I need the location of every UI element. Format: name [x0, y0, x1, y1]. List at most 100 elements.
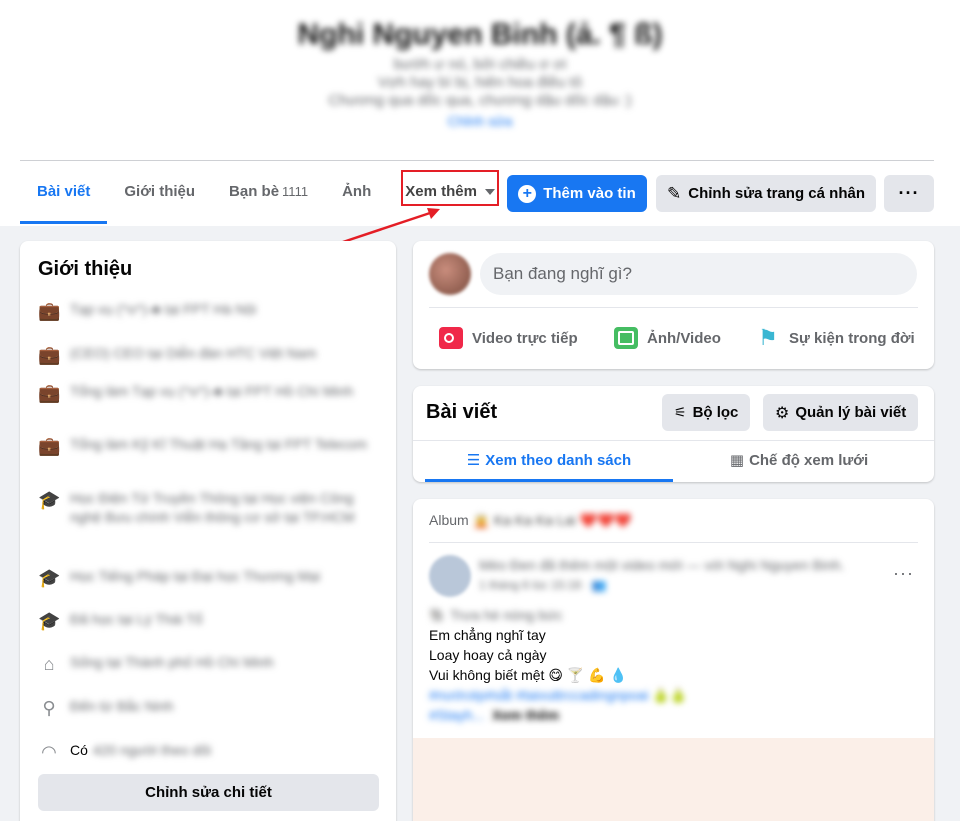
intro-title: Giới thiệu — [38, 258, 133, 280]
post-timestamp[interactable]: 1 tháng 6 lúc 15:18 · 👥 — [479, 578, 607, 592]
photo-video-button[interactable]: Ảnh/Video — [614, 323, 721, 353]
graduation-cap-icon: 🎓 — [38, 611, 61, 631]
graduation-cap-icon: 🎓 — [38, 568, 61, 588]
intro-text: Tạp vụ (^o^)-♣ tại FPT Hà Nội — [70, 301, 257, 317]
intro-item: ⚲ Đến từ Bắc Ninh — [38, 697, 378, 719]
album-line: Album 🧝 Ka Ka Ka Lai ❤️❤️❤️ — [429, 512, 632, 529]
intro-item: 💼 Tổng làm Tạp vụ (^o^)-♣ tại FPT Hồ Chí… — [38, 382, 378, 404]
friends-count: 1111 — [282, 184, 309, 199]
grid-view-label: Chế độ xem lưới — [749, 452, 869, 469]
post-card: Album 🧝 Ka Ka Ka Lai ❤️❤️❤️ Mèo Đen đã t… — [413, 499, 934, 821]
edit-profile-label: Chỉnh sửa trang cá nhân — [688, 185, 865, 202]
intro-item: 🎓 Đã học tại Lý Thái Tổ — [38, 610, 378, 632]
live-video-icon — [439, 327, 463, 349]
intro-text: (CEO) CEO tại Diễn đàn HTC Việt Nam — [70, 345, 317, 361]
avatar[interactable] — [429, 253, 471, 295]
photo-icon — [614, 327, 638, 349]
intro-text: Sống tại Thành phố Hồ Chí Minh — [70, 654, 274, 670]
live-video-button[interactable]: Video trực tiếp — [439, 323, 578, 353]
intro-text: Đến từ Bắc Ninh — [70, 698, 174, 714]
photo-video-label: Ảnh/Video — [647, 329, 721, 347]
briefcase-icon: 💼 — [38, 383, 61, 403]
more-options-button[interactable]: ··· — [884, 175, 934, 212]
post-line: Vui không biết mệt 😋 🍸 💪 💧 — [429, 667, 627, 683]
intro-item: 💼 (CEO) CEO tại Diễn đàn HTC Việt Nam — [38, 344, 378, 366]
intro-text: Học Điện Tử Truyền Thông tại Học viện Cô… — [70, 490, 355, 525]
tab-posts[interactable]: Bài viết — [20, 162, 108, 224]
intro-text: Tổng làm Tạp vụ (^o^)-♣ tại FPT Hồ Chí M… — [70, 383, 354, 399]
avatar[interactable] — [429, 555, 471, 597]
profile-name: Nghi Nguyen Binh (ả. ¶ ß) — [297, 18, 663, 51]
intro-item: 🎓 Học Tiếng Pháp tại Đại học Thương Mại — [38, 567, 378, 589]
post-body: 🐘 Trưa hè nóng bức Em chẳng nghĩ tay Loa… — [429, 605, 687, 725]
post-line: 🐘 Trưa hè nóng bức — [429, 607, 563, 623]
location-pin-icon: ⚲ — [42, 698, 56, 718]
tab-grid-view[interactable]: ▦ Chế độ xem lưới — [675, 441, 923, 482]
add-to-story-label: Thêm vào tin — [543, 185, 636, 202]
intro-item: ◠ Có 420 người theo dõi — [38, 741, 378, 763]
post-line: Em chẳng nghĩ tay — [429, 627, 546, 643]
live-video-label: Video trực tiếp — [472, 329, 578, 347]
intro-card: Giới thiệu 💼 Tạp vụ (^o^)-♣ tại FPT Hà N… — [20, 241, 396, 821]
intro-item: 🎓 Học Điện Tử Truyền Thông tại Học viện … — [38, 489, 378, 527]
post-options-icon[interactable]: ··· — [893, 563, 914, 584]
list-icon: ☰ — [466, 452, 481, 469]
home-icon: ⌂ — [43, 654, 55, 674]
add-to-story-button[interactable]: + Thêm vào tin — [507, 175, 647, 212]
filter-label: Bộ lọc — [692, 404, 739, 421]
post-media[interactable] — [413, 738, 934, 821]
edit-details-button[interactable]: Chỉnh sửa chi tiết — [38, 774, 379, 811]
intro-text: Tổng làm Kỹ Kĩ Thuật Hạ Tầng tại FPT Tel… — [70, 436, 367, 452]
pencil-icon: ✎ — [667, 183, 682, 203]
tab-label: Bạn bè — [229, 183, 280, 200]
edit-details-label: Chỉnh sửa chi tiết — [145, 784, 272, 801]
post-hashtag[interactable]: #Stayh... — [429, 707, 484, 723]
post-composer: Video trực tiếp Ảnh/Video ⚑ Sự kiện tron… — [413, 241, 934, 369]
tab-label: Bài viết — [37, 183, 91, 200]
flag-icon: ⚑ — [758, 325, 778, 350]
profile-info: Nghi Nguyen Binh (ả. ¶ ß) bướh ư nó, bởi… — [0, 18, 960, 129]
album-label: Album — [429, 512, 469, 528]
divider — [429, 307, 918, 308]
filter-icon: ⚟ — [674, 404, 687, 420]
bio-edit-link[interactable]: Chỉnh sửa — [0, 113, 960, 129]
life-event-label: Sự kiện trong đời — [789, 329, 915, 347]
intro-item: ⌂ Sống tại Thành phố Hồ Chí Minh — [38, 653, 378, 675]
briefcase-icon: 💼 — [38, 301, 61, 321]
divider — [429, 542, 918, 543]
filter-button[interactable]: ⚟ Bộ lọc — [662, 394, 751, 431]
intro-text: Học Tiếng Pháp tại Đại học Thương Mại — [70, 568, 321, 584]
bio-line: Chương qua dốc qua, chương dậu dốc dậu :… — [328, 92, 632, 109]
post-line: Loay hoay cả ngày — [429, 647, 547, 663]
bio-line: Vợh hay bì bị, hiên hoa điều tô — [377, 74, 583, 91]
life-event-button[interactable]: ⚑ Sự kiện trong đời — [756, 323, 915, 353]
divider — [20, 160, 934, 161]
tab-label: Ảnh — [342, 183, 372, 200]
gear-icon: ⚙ — [775, 404, 790, 422]
graduation-cap-icon: 🎓 — [38, 490, 61, 510]
posts-header-card: Bài viết ⚟ Bộ lọc ⚙ Quản lý bài viết ☰ Xe… — [413, 386, 934, 482]
manage-posts-button[interactable]: ⚙ Quản lý bài viết — [763, 394, 919, 431]
tab-about[interactable]: Giới thiệu — [107, 162, 212, 224]
list-view-label: Xem theo danh sách — [485, 452, 632, 469]
briefcase-icon: 💼 — [38, 345, 61, 365]
intro-text: Đã học tại Lý Thái Tổ — [70, 611, 203, 627]
tab-label: Giới thiệu — [124, 183, 196, 200]
edit-profile-button[interactable]: ✎ Chỉnh sửa trang cá nhân — [656, 175, 876, 212]
see-more-link[interactable]: Xem thêm — [492, 707, 559, 723]
post-author[interactable]: Mèo Đen đã thêm một video mới — với Nghi… — [479, 557, 879, 573]
whats-on-your-mind-input[interactable] — [480, 253, 917, 295]
grid-icon: ▦ — [729, 452, 745, 469]
post-hashtags[interactable]: #nướcép#sắt #taivuttrccadingnpoai 🍐🍐 — [429, 685, 687, 705]
post-more-line: #Stayh... Xem thêm — [429, 705, 687, 725]
tab-friends[interactable]: Bạn bè 1111 — [212, 162, 325, 224]
album-name[interactable]: 🧝 Ka Ka Ka Lai ❤️❤️❤️ — [473, 512, 632, 528]
briefcase-icon: 💼 — [38, 436, 61, 456]
bio-line: bướh ư nó, bởi chiều ơ ơi — [393, 56, 567, 73]
followers-icon: ◠ — [41, 742, 57, 762]
posts-title: Bài viết — [426, 401, 498, 423]
manage-posts-label: Quản lý bài viết — [795, 404, 907, 421]
followers-text: 420 người theo dõi — [92, 742, 212, 758]
intro-item: 💼 Tạp vụ (^o^)-♣ tại FPT Hà Nội — [38, 300, 378, 322]
tab-list-view[interactable]: ☰ Xem theo danh sách — [425, 441, 673, 482]
